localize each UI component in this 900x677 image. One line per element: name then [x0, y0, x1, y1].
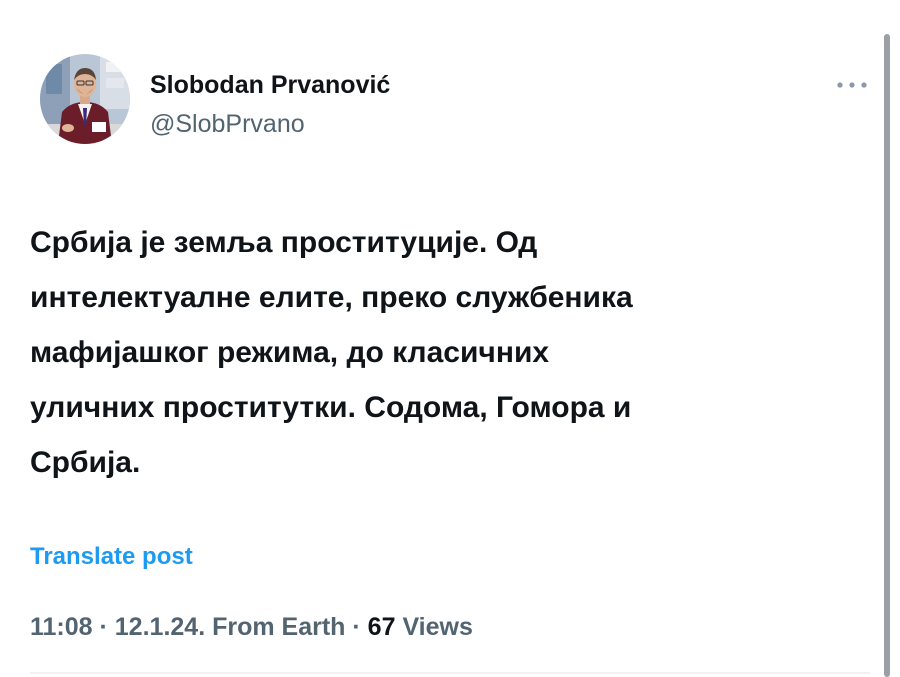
- more-options-button[interactable]: [832, 74, 872, 96]
- translate-post-link[interactable]: Translate post: [30, 541, 193, 573]
- tweet-metadata: 11:08 · 12.1.24. From Earth · 67 Views: [30, 610, 473, 644]
- meta-separator: ·: [92, 613, 115, 641]
- author-avatar[interactable]: [40, 54, 130, 144]
- author-display-name[interactable]: Slobodan Prvanović: [150, 70, 390, 100]
- tweet-date[interactable]: 12.1.24.: [115, 613, 205, 641]
- tweet-card: Slobodan Prvanović @SlobPrvano Србија је…: [0, 0, 888, 677]
- meta-separator: ·: [345, 613, 368, 641]
- tweet-text: Србија је земља проституције. Од интелек…: [30, 226, 633, 479]
- divider: [30, 672, 870, 674]
- views-label: Views: [402, 613, 473, 641]
- views-count[interactable]: 67: [368, 613, 396, 641]
- tweet-source: From Earth: [212, 613, 346, 641]
- tweet-time[interactable]: 11:08: [30, 613, 93, 641]
- scrollbar[interactable]: [884, 34, 890, 677]
- more-dots-icon: [837, 82, 867, 88]
- person-avatar-icon: [40, 54, 130, 144]
- author-handle[interactable]: @SlobPrvano: [150, 108, 390, 140]
- author-info: Slobodan Prvanović @SlobPrvano: [150, 70, 390, 140]
